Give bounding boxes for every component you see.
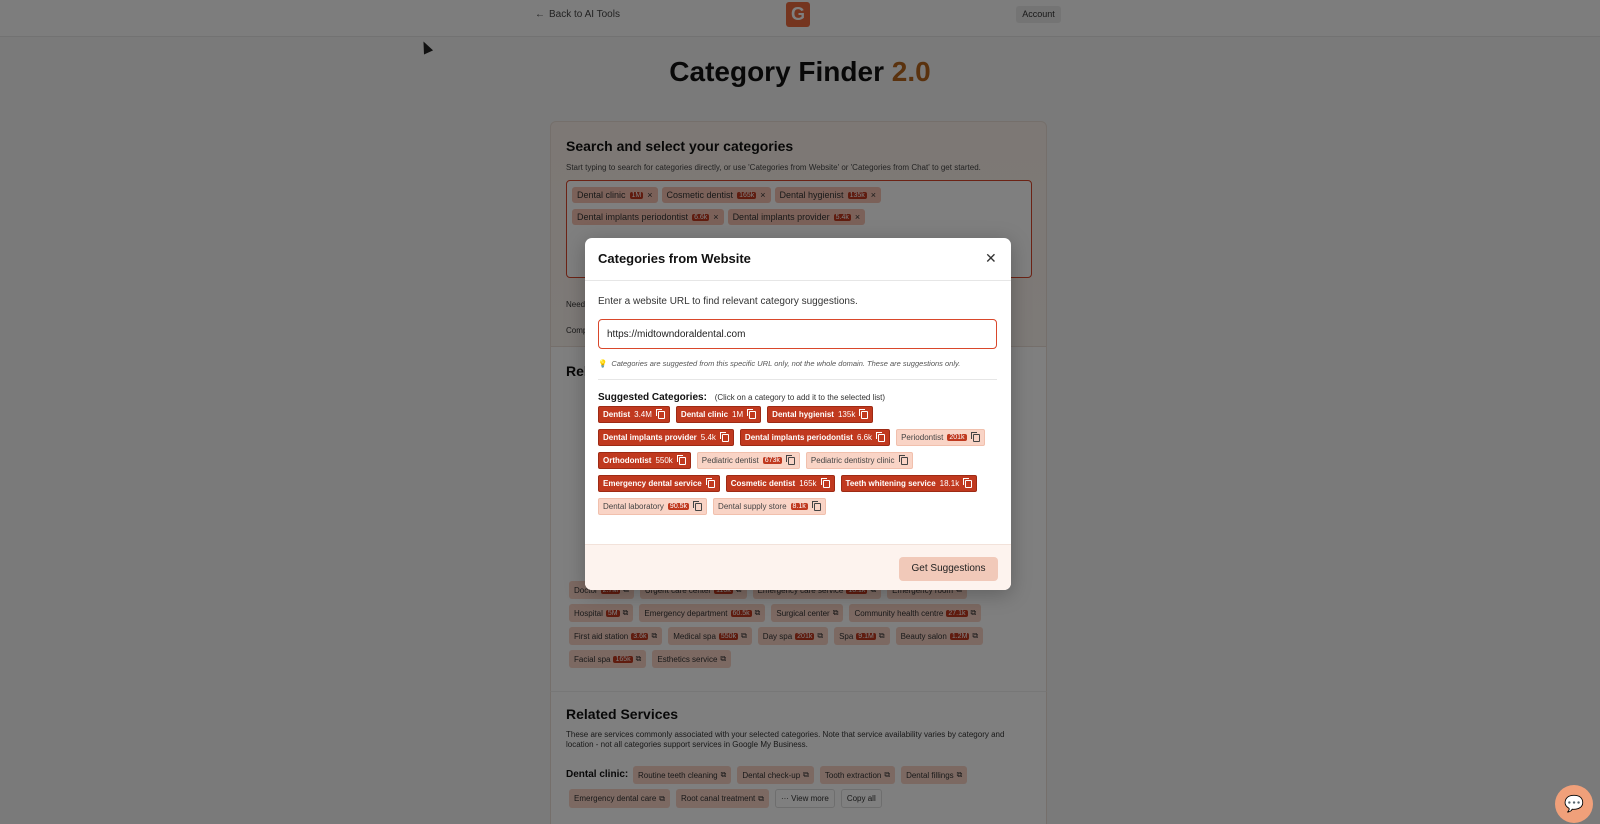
copy-icon[interactable] [898,454,908,465]
suggested-category-chip[interactable]: Dentist 3.4M [598,406,670,423]
chip-label: Dental clinic [680,410,729,419]
chip-label: Dentist [603,410,631,419]
chip-count: 673k [762,457,782,464]
suggested-category-chip[interactable]: Periodontist 201k [896,429,985,446]
modal-intro: Enter a website URL to find relevant cat… [598,296,858,307]
suggested-category-chip[interactable]: Teeth whitening service 18.1k [840,475,978,492]
copy-icon[interactable] [693,500,703,511]
suggested-category-chip[interactable]: Orthodontist 550k [598,452,691,469]
get-suggestions-button[interactable]: Get Suggestions [899,557,998,581]
copy-icon[interactable] [719,431,729,442]
chip-label: Pediatric dentistry clinic [810,456,895,465]
suggested-category-chip[interactable]: Dental hygienist 135k [767,406,874,423]
suggested-row: Emergency dental service Cosmetic dentist… [598,475,978,492]
divider [598,379,997,380]
suggested-row: Dentist 3.4M Dental clinic 1M Dental hygieni… [598,406,874,423]
chip-label: Orthodontist [603,456,652,465]
url-tip-text: Categories are suggested from this speci… [611,359,961,368]
chip-label: Dental supply store [718,502,787,511]
chip-label: Dental implants periodontist [744,433,853,442]
chip-label: Dental hygienist [772,410,834,419]
modal-footer: Get Suggestions [585,544,1011,590]
suggested-row: Orthodontist 550k Pediatric dentist 673k Ped… [598,452,913,469]
suggested-category-chip[interactable]: Dental laboratory 90.5k [598,498,708,515]
suggested-title: Suggested Categories: [598,392,707,403]
suggested-category-chip[interactable]: Dental clinic 1M [675,406,762,423]
suggested-category-chip[interactable]: Pediatric dentist 673k [696,452,800,469]
chip-count: 1M [732,410,744,419]
chip-label: Dental laboratory [603,502,664,511]
chip-label: Periodontist [901,433,944,442]
chip-count: 6.6k [856,433,873,442]
chip-label: Teeth whitening service [845,479,936,488]
close-icon[interactable]: ✕ [985,250,997,267]
suggested-category-chip[interactable]: Dental implants provider 5.4k [598,429,734,446]
lightbulb-icon: 💡 [598,359,608,368]
chat-icon[interactable]: 💬 [1555,785,1593,823]
chip-count: 165k [799,479,817,488]
chip-label: Pediatric dentist [701,456,759,465]
copy-icon[interactable] [655,408,665,419]
copy-icon[interactable] [705,477,715,488]
copy-icon[interactable] [876,431,886,442]
chip-count: 90.5k [667,503,690,510]
copy-icon[interactable] [820,477,830,488]
copy-icon[interactable] [811,500,821,511]
chip-count: 8.1k [790,503,808,510]
chip-count: 18.1k [939,479,960,488]
suggested-row: Dental laboratory 90.5k Dental supply stor… [598,498,826,515]
suggested-category-chip[interactable]: Pediatric dentistry clinic [805,452,913,469]
chip-label: Emergency dental service [603,479,702,488]
suggested-category-chip[interactable]: Dental supply store 8.1k [713,498,826,515]
suggested-hint: (Click on a category to add it to the se… [714,393,886,402]
copy-icon[interactable] [970,431,980,442]
chip-count: 135k [837,410,856,419]
chip-count: 201k [947,434,967,441]
copy-icon[interactable] [963,477,973,488]
suggested-row: Dental implants provider 5.4k Dental impla… [598,429,985,446]
suggested-category-chip[interactable]: Cosmetic dentist 165k [725,475,835,492]
suggested-header: Suggested Categories: (Click on a catego… [598,392,885,403]
chip-label: Cosmetic dentist [730,479,796,488]
copy-icon[interactable] [676,454,686,465]
chip-label: Dental implants provider [603,433,697,442]
categories-from-website-modal: Categories from Website ✕ Enter a websit… [585,238,1011,590]
copy-icon[interactable] [859,408,869,419]
modal-title: Categories from Website [598,251,751,266]
chip-count: 5.4k [700,433,716,442]
suggested-category-chip[interactable]: Emergency dental service [598,475,720,492]
website-url-input[interactable] [598,319,997,349]
modal-header: Categories from Website ✕ [585,238,1011,281]
chip-count: 3.4M [634,410,652,419]
chip-count: 550k [655,456,673,465]
copy-icon[interactable] [785,454,795,465]
suggested-category-chip[interactable]: Dental implants periodontist 6.6k [739,429,891,446]
url-tip: 💡 Categories are suggested from this spe… [598,359,960,368]
copy-icon[interactable] [747,408,757,419]
